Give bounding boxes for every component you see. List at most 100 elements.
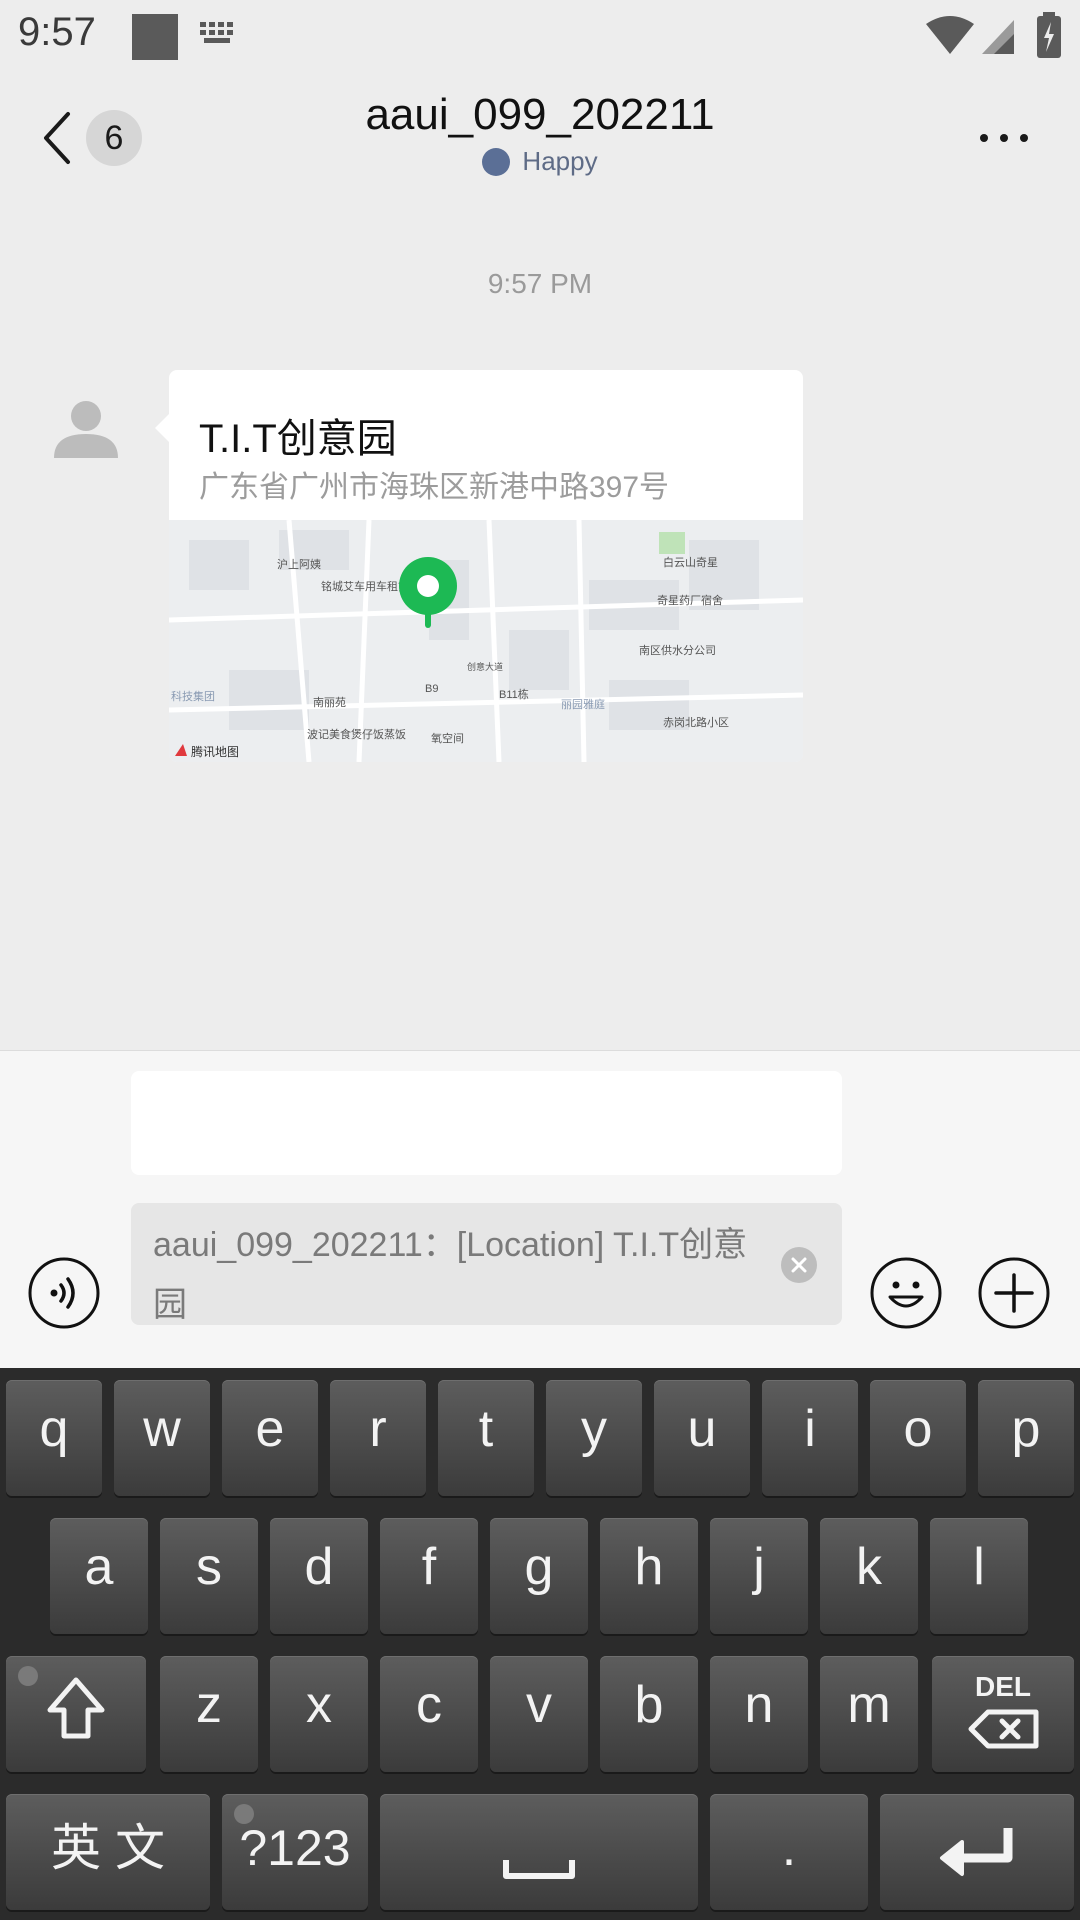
- language-switch-key[interactable]: 英 文: [6, 1794, 210, 1910]
- enter-arrow-icon: [940, 1828, 1013, 1876]
- key-label: g: [524, 1538, 554, 1596]
- key-label: q: [39, 1400, 69, 1458]
- key-label: .: [781, 1819, 797, 1877]
- happy-face-icon: [482, 148, 511, 176]
- key-label: d: [304, 1538, 334, 1596]
- key-n[interactable]: n: [710, 1656, 808, 1772]
- period-key[interactable]: .: [710, 1794, 868, 1910]
- long-press-indicator: [18, 1666, 38, 1686]
- battery-icon: [1037, 12, 1061, 58]
- key-l[interactable]: l: [930, 1518, 1028, 1634]
- contact-status: Happy: [0, 146, 1080, 177]
- map-label: B9: [425, 683, 438, 695]
- key-m[interactable]: m: [820, 1656, 918, 1772]
- map-label: 创意大道: [467, 661, 503, 672]
- key-label: w: [143, 1400, 181, 1458]
- key-s[interactable]: s: [160, 1518, 258, 1634]
- space-key[interactable]: [380, 1794, 698, 1910]
- key-label: y: [581, 1400, 607, 1458]
- bubble-tail: [155, 414, 169, 442]
- keyboard-icon: [200, 22, 233, 43]
- key-label: r: [369, 1400, 387, 1458]
- key-i[interactable]: i: [762, 1380, 858, 1496]
- map-label: 沪上阿姨: [277, 557, 321, 571]
- key-label: p: [1011, 1400, 1041, 1458]
- key-g[interactable]: g: [490, 1518, 588, 1634]
- key-label: o: [903, 1400, 933, 1458]
- signal-icon: [982, 20, 1014, 54]
- key-label: z: [196, 1676, 222, 1734]
- key-z[interactable]: z: [160, 1656, 258, 1772]
- soft-keyboard: q w e r t y u i o p a s d f g h j k l z …: [0, 1368, 1080, 1920]
- location-address: 广东省广州市海珠区新港中路397号: [199, 471, 670, 504]
- key-f[interactable]: f: [380, 1518, 478, 1634]
- emoji-icon[interactable]: [870, 1257, 942, 1329]
- message-input[interactable]: [131, 1071, 842, 1175]
- key-u[interactable]: u: [654, 1380, 750, 1496]
- contact-status-text: Happy: [522, 146, 598, 176]
- key-label: v: [526, 1676, 552, 1734]
- location-name: T.I.T创意园: [199, 417, 397, 461]
- message-timestamp: 9:57 PM: [487, 268, 593, 299]
- key-label: i: [804, 1400, 816, 1458]
- plus-icon[interactable]: [978, 1257, 1050, 1329]
- map-label: 奇星药厂宿舍: [657, 593, 723, 607]
- key-label: b: [634, 1676, 664, 1734]
- key-e[interactable]: e: [222, 1380, 318, 1496]
- more-options-icon[interactable]: [976, 120, 1032, 156]
- key-label: c: [416, 1676, 442, 1734]
- voice-input-icon[interactable]: [28, 1257, 100, 1329]
- key-label: u: [687, 1400, 717, 1458]
- map-preview[interactable]: 沪上阿姨 铭城艾车用车租赁公司 白云山奇星 奇星药厂宿舍 南区供水分公司 南丽苑…: [169, 520, 803, 762]
- status-time: 9:57: [18, 10, 96, 54]
- key-c[interactable]: c: [380, 1656, 478, 1772]
- key-label: s: [196, 1538, 222, 1596]
- key-label: t: [478, 1400, 494, 1458]
- key-x[interactable]: x: [270, 1656, 368, 1772]
- key-label: j: [753, 1538, 765, 1596]
- map-label: 南区供水分公司: [639, 643, 716, 657]
- key-r[interactable]: r: [330, 1380, 426, 1496]
- map-label: B11栋: [499, 687, 529, 701]
- enter-key[interactable]: [880, 1794, 1074, 1910]
- key-b[interactable]: b: [600, 1656, 698, 1772]
- long-press-indicator: [234, 1804, 254, 1824]
- key-label: n: [744, 1676, 774, 1734]
- delete-key-label: DEL: [975, 1671, 1031, 1702]
- map-label: 氧空间: [431, 731, 464, 745]
- key-o[interactable]: o: [870, 1380, 966, 1496]
- contact-avatar[interactable]: [50, 394, 122, 466]
- key-label: 英 文: [51, 1820, 165, 1876]
- key-label: x: [306, 1676, 332, 1734]
- key-label: f: [421, 1538, 437, 1596]
- key-k[interactable]: k: [820, 1518, 918, 1634]
- status-bar: 9:57: [0, 0, 1080, 72]
- delete-key[interactable]: DEL: [932, 1656, 1074, 1772]
- location-message-bubble[interactable]: T.I.T创意园 广东省广州市海珠区新港中路397号 沪上阿姨 铭城艾车用车租赁…: [169, 370, 803, 762]
- input-area: aaui_099_202211：[Location] T.I.T创意园: [0, 1050, 1080, 1369]
- backspace-icon: [968, 1709, 1039, 1749]
- key-y[interactable]: y: [546, 1380, 642, 1496]
- key-label: k: [856, 1538, 882, 1596]
- key-d[interactable]: d: [270, 1518, 368, 1634]
- key-p[interactable]: p: [978, 1380, 1074, 1496]
- key-t[interactable]: t: [438, 1380, 534, 1496]
- key-w[interactable]: w: [114, 1380, 210, 1496]
- notification-icon: [132, 14, 178, 60]
- shift-key[interactable]: [6, 1656, 146, 1772]
- map-label: 赤岗北路小区: [663, 716, 729, 729]
- key-label: m: [847, 1676, 891, 1734]
- key-j[interactable]: j: [710, 1518, 808, 1634]
- chat-title: aaui_099_202211: [365, 90, 715, 139]
- key-label: e: [255, 1400, 285, 1458]
- key-h[interactable]: h: [600, 1518, 698, 1634]
- symbols-key[interactable]: ?123: [222, 1794, 368, 1910]
- map-label: 丽园雅庭: [561, 697, 605, 711]
- quoted-message-text: aaui_099_202211：[Location] T.I.T创意园: [153, 1226, 748, 1324]
- key-label: a: [84, 1538, 114, 1596]
- clear-quote-icon[interactable]: [781, 1247, 817, 1283]
- key-q[interactable]: q: [6, 1380, 102, 1496]
- map-label: 南丽苑: [313, 696, 346, 709]
- key-v[interactable]: v: [490, 1656, 588, 1772]
- key-a[interactable]: a: [50, 1518, 148, 1634]
